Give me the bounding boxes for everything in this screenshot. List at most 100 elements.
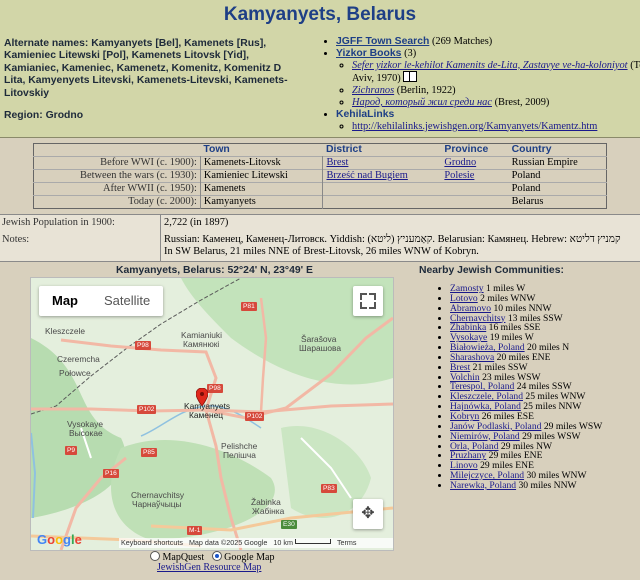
table-row: Before WWI (c. 1900): Kamenets-Litovsk B…	[33, 156, 607, 170]
keyboard-shortcuts-link[interactable]: Keyboard shortcuts	[121, 538, 183, 547]
province-cell: Polesie	[441, 169, 509, 183]
page-title: Kamyanyets, Belarus	[223, 4, 417, 25]
location-pin-icon[interactable]	[196, 388, 208, 406]
road-label: P102	[137, 405, 157, 414]
road-label: E30	[281, 520, 297, 529]
place-label: Камянюкі	[183, 339, 220, 349]
place-label: Жабінка	[252, 506, 285, 516]
table-row: Today (c. 2000): Kamyanyets Belarus	[33, 195, 607, 209]
map-caption: Kamyanyets, Belarus: 52°24' N, 23°49' E	[116, 265, 313, 276]
province-cell	[441, 182, 509, 196]
district-cell: Brest	[322, 156, 442, 170]
pan-control-icon[interactable]: ✥	[353, 499, 383, 529]
place-label: Пелішча	[223, 450, 256, 460]
region-value: Grodno	[45, 110, 84, 121]
period-cell: After WWII (c. 1950):	[33, 182, 201, 196]
district-cell: Brześć nad Bugiem	[322, 169, 442, 183]
header-district: District	[325, 144, 362, 155]
road-label: P102	[245, 412, 265, 421]
region: Region: Grodno	[4, 110, 83, 121]
notes-label: Notes:	[2, 234, 30, 245]
region-label: Region:	[4, 110, 43, 121]
town-history-table: Town District Province Country Before WW…	[33, 143, 607, 209]
header-town: Town	[203, 144, 230, 155]
list-item: Sefer yizkor le-kehilot Kamenits de-Lita…	[352, 60, 640, 86]
book-link[interactable]: Zichranos	[352, 85, 394, 96]
map-attribution: Keyboard shortcuts Map data ©2025 Google…	[119, 538, 393, 548]
list-item: Narewka, Poland 30 miles NNW	[450, 480, 602, 491]
book-info: (Berlin, 1922)	[396, 85, 456, 97]
notes-row: Notes: Russian: Каменец, Каменец-Литовск…	[0, 232, 640, 262]
map-type-satellite-button[interactable]: Satellite	[91, 286, 163, 316]
map-type-map-button[interactable]: Map	[39, 286, 91, 316]
notes-names: Russian: Каменец, Каменец-Литовск. Yiddi…	[164, 234, 621, 245]
fullscreen-icon[interactable]	[353, 286, 383, 316]
notes-location: In SW Belarus, 21 miles NNE of Brest-Lit…	[164, 246, 479, 257]
country-cell: Poland	[508, 182, 607, 196]
resource-map-link-wrap: JewishGen Resource Map	[157, 562, 261, 573]
mapquest-radio[interactable]	[150, 551, 160, 561]
town-cell: Kamieniec Litewski	[200, 169, 324, 183]
nearby-title: Nearby Jewish Communities:	[419, 265, 564, 276]
road-label: P81	[241, 302, 257, 311]
list-item: Zichranos (Berlin, 1922)	[352, 85, 640, 97]
resource-jgff: JGFF Town Search (269 Matches)	[336, 36, 640, 48]
kehilalinks-list: http://kehilalinks.jewishgen.org/Kamyany…	[336, 121, 640, 133]
community-link[interactable]: Narewka, Poland	[450, 480, 516, 491]
road-label: M-1	[187, 526, 203, 535]
district-cell	[322, 195, 442, 209]
jgff-link[interactable]: JGFF Town Search	[336, 36, 429, 47]
province-link[interactable]: Polesie	[444, 170, 474, 181]
divider	[160, 215, 161, 232]
yizkor-books-list: Sefer yizkor le-kehilot Kamenits de-Lita…	[336, 60, 640, 109]
road-label: P98	[135, 341, 151, 350]
book-info: (Brest, 2009)	[494, 96, 550, 108]
map-data-text: Map data ©2025 Google	[188, 538, 268, 547]
notes-text: Russian: Каменец, Каменец-Литовск. Yiddi…	[164, 234, 636, 258]
country-cell: Russian Empire	[508, 156, 607, 170]
period-cell: Today (c. 2000):	[33, 195, 201, 209]
resource-map-link[interactable]: JewishGen Resource Map	[157, 562, 261, 573]
map-type-control: Map Satellite	[39, 286, 164, 316]
yizkor-link[interactable]: Yizkor Books	[336, 48, 401, 59]
province-cell	[441, 195, 509, 209]
place-label: Чарнаўчыцы	[132, 499, 182, 509]
road-label: P85	[141, 448, 157, 457]
place-label: Połowce	[59, 368, 91, 378]
nearby-communities-list: Zamosty 1 miles WLotovo 2 miles WNWAbram…	[450, 284, 602, 491]
book-link[interactable]: Народ, который жил среди нас	[352, 97, 492, 108]
list-item: Народ, который жил среди нас (Brest, 200…	[352, 97, 640, 109]
scale-label: 10 km	[273, 538, 293, 547]
period-cell: Between the wars (c. 1930):	[33, 169, 201, 183]
kehilalinks-url[interactable]: http://kehilalinks.jewishgen.org/Kamyany…	[352, 121, 597, 132]
country-cell: Poland	[508, 169, 607, 183]
alternate-names: Alternate names: Kamyanyets [Bel], Kamen…	[4, 38, 304, 100]
yizkor-count: (3)	[404, 47, 417, 59]
road-label: P83	[321, 484, 337, 493]
country-cell: Belarus	[508, 195, 607, 209]
jgff-count: (269 Matches)	[431, 36, 493, 47]
book-icon[interactable]	[403, 71, 418, 83]
header-province: Province	[444, 144, 489, 155]
resources-list: JGFF Town Search (269 Matches) Yizkor Bo…	[322, 36, 640, 132]
scale-bar	[294, 539, 331, 544]
town-cell: Kamenets	[200, 182, 324, 196]
place-label: Высокае	[69, 428, 103, 438]
province-link[interactable]: Grodno	[444, 157, 476, 168]
terms-link[interactable]: Terms	[337, 538, 357, 547]
list-item: http://kehilalinks.jewishgen.org/Kamyany…	[352, 121, 640, 133]
google-map[interactable]: Kleszczele Czeremcha Połowce Kamianiuki …	[30, 277, 394, 551]
district-cell	[322, 182, 442, 196]
district-link[interactable]: Brest	[326, 157, 348, 168]
alternate-names-label: Alternate names:	[4, 38, 89, 49]
resource-kehilalinks: KehilaLinks http://kehilalinks.jewishgen…	[336, 109, 640, 133]
google-map-radio[interactable]	[211, 551, 222, 561]
place-label: Czeremcha	[57, 354, 100, 364]
header-country: Country	[511, 144, 552, 155]
resource-yizkor: Yizkor Books (3) Sefer yizkor le-kehilot…	[336, 48, 640, 109]
book-link[interactable]: Sefer yizkor le-kehilot Kamenits de-Lita…	[352, 60, 628, 71]
period-cell: Before WWI (c. 1900):	[33, 156, 201, 170]
district-link[interactable]: Brześć nad Bugiem	[326, 170, 407, 181]
place-label: Каменец	[189, 410, 224, 420]
town-cell: Kamyanyets	[200, 195, 324, 209]
